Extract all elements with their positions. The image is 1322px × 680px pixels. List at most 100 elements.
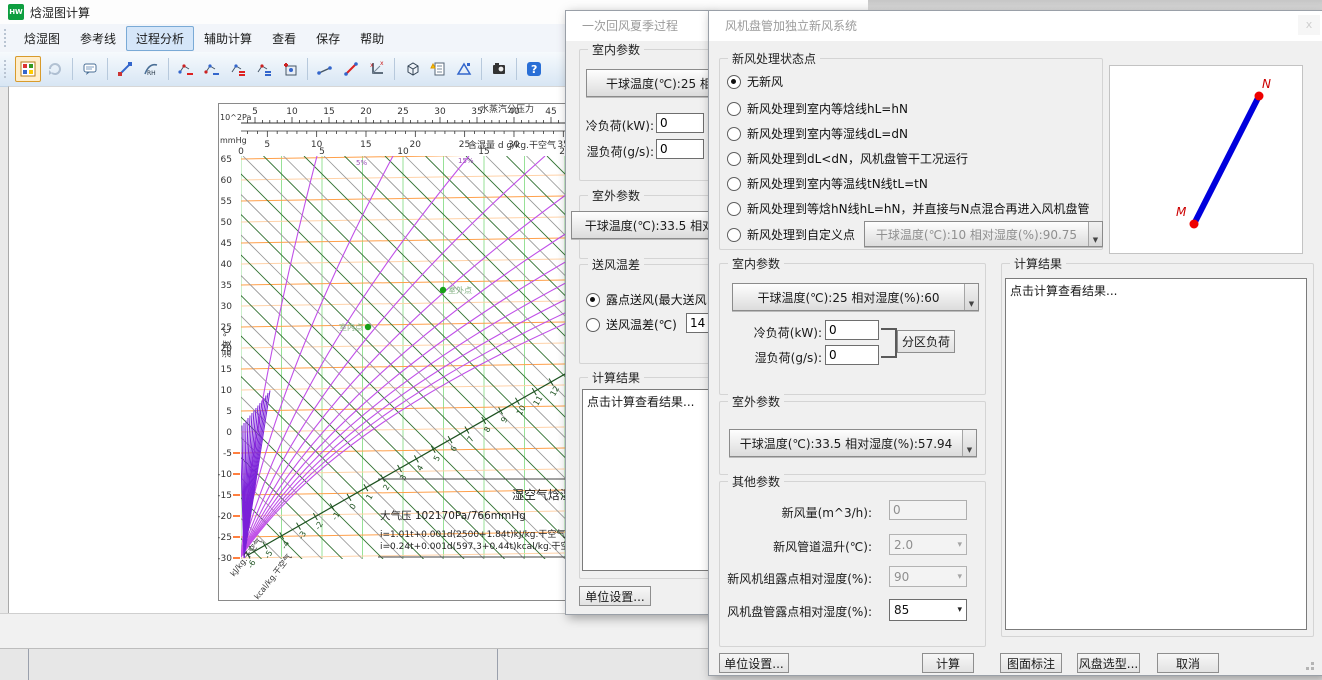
process-equal-blue-icon[interactable]	[252, 57, 276, 81]
dialog1-radio-supply-diff[interactable]: 送风温差(℃)	[586, 316, 677, 333]
dialog2-option-custom[interactable]: 新风处理到自定义点	[727, 226, 855, 243]
dialog2-zone-load-button[interactable]: 分区负荷	[897, 330, 955, 353]
dialog1-radio-supply-diff-label: 送风温差(℃)	[606, 316, 677, 333]
radio-icon	[727, 228, 741, 242]
fcu-dewpoint-select[interactable]: 85▾	[889, 599, 967, 621]
svg-text:x: x	[370, 62, 374, 69]
dialog2-custom-point-button[interactable]: 干球温度(℃):10 相对湿度(%):90.75 ▼	[864, 221, 1103, 247]
help-icon[interactable]: ?	[522, 57, 546, 81]
fcu-selection-button[interactable]: 风盘选型...	[1077, 653, 1140, 673]
add-state-point-icon[interactable]	[278, 57, 302, 81]
svg-text:5: 5	[319, 147, 325, 157]
custom-axes-icon[interactable]: xx	[365, 57, 389, 81]
duct-temp-rise-label: 新风管道温升(℃):	[773, 538, 872, 555]
fresh-air-volume-input[interactable]	[889, 500, 967, 520]
calculate-button[interactable]: 计算	[922, 653, 974, 673]
dialog1-moisture-load-input[interactable]	[656, 139, 704, 159]
delta-calc-icon[interactable]	[452, 57, 476, 81]
dialog2-option-enthalpy[interactable]: 新风处理到室内等焓线hL=hN	[727, 100, 908, 117]
dialog2-unit-settings-button[interactable]: 单位设置...	[719, 653, 789, 673]
svg-text:55: 55	[221, 197, 232, 207]
ahu-dewpoint-label: 新风机组露点相对湿度(%):	[727, 570, 872, 587]
process-equal-red-icon[interactable]	[226, 57, 250, 81]
cancel-button[interactable]: 取消	[1157, 653, 1219, 673]
radio-icon	[727, 152, 741, 166]
menu-psychrometric[interactable]: 焓湿图	[14, 26, 70, 51]
dialog1-radio-dewpoint[interactable]: 露点送风(最大送风	[586, 291, 707, 308]
dialog2-option-isotherm[interactable]: 新风处理到室内等温线tN线tL=tN	[727, 175, 928, 192]
refresh-icon[interactable]	[43, 57, 67, 81]
menu-help[interactable]: 帮助	[350, 26, 394, 51]
dialog2-indoor-state-button[interactable]: 干球温度(℃):25 相对湿度(%):60 ▼	[732, 283, 979, 311]
dialog2-option-label: 无新风	[747, 73, 783, 90]
snapshot-icon[interactable]	[487, 57, 511, 81]
svg-text:-25: -25	[218, 533, 232, 543]
svg-text:水蒸汽分压力: 水蒸汽分压力	[480, 103, 534, 115]
menu-view[interactable]: 查看	[262, 26, 306, 51]
menu-save[interactable]: 保存	[306, 26, 350, 51]
dialog1-supply-diff-input[interactable]	[686, 313, 710, 333]
close-icon[interactable]: x	[1298, 15, 1320, 35]
dialog2-cooling-load-input[interactable]	[825, 320, 879, 340]
menu-reference-lines[interactable]: 参考线	[70, 26, 126, 51]
dialog2-moisture-load-input[interactable]	[825, 345, 879, 365]
bottom-panel-divider	[28, 649, 29, 680]
svg-text:45: 45	[545, 107, 556, 117]
menu-aux-calc[interactable]: 辅助计算	[194, 26, 262, 51]
dialog2-option-humidity-ratio[interactable]: 新风处理到室内等湿线dL=dN	[727, 125, 908, 142]
dialog2-custom-point-caption: 干球温度(℃):10 相对湿度(%):90.75	[865, 222, 1088, 246]
mix-line-icon[interactable]	[313, 57, 337, 81]
svg-text:-20: -20	[218, 512, 232, 522]
svg-text:15: 15	[478, 147, 489, 157]
dialog1-cooling-load-input[interactable]	[656, 113, 704, 133]
dialog1-unit-settings-button[interactable]: 单位设置...	[579, 586, 651, 606]
menu-process-analysis[interactable]: 过程分析	[126, 26, 194, 51]
annotation-icon[interactable]	[78, 57, 102, 81]
report-list-icon[interactable]	[426, 57, 450, 81]
duct-temp-rise-select[interactable]: 2.0▾	[889, 534, 967, 555]
dialog2-outdoor-state-button[interactable]: 干球温度(℃):33.5 相对湿度(%):57.94 ▼	[729, 429, 977, 457]
dialog2-option-label: 新风处理到室内等湿线dL=dN	[747, 125, 908, 142]
svg-text:?: ?	[531, 63, 537, 76]
line-tool-icon[interactable]	[113, 57, 137, 81]
process-remove-red-icon[interactable]	[174, 57, 198, 81]
dialog2-option-dry-condition[interactable]: 新风处理到dL<dN，风机盘管干工况运行	[727, 150, 968, 167]
dialog2-option-label: 新风处理到等焓hN线hL=hN，并直接与N点混合再进入风机盘管	[747, 200, 1090, 217]
svg-text:10^2Pa: 10^2Pa	[220, 113, 251, 122]
menubar-grip	[4, 29, 10, 47]
dialog2-indoor-group-label: 室内参数	[728, 255, 784, 272]
chart-options-icon[interactable]	[15, 56, 41, 82]
svg-text:10: 10	[286, 107, 298, 117]
ahu-dewpoint-value: 90	[894, 570, 909, 584]
svg-text:0: 0	[238, 147, 244, 157]
svg-text:20: 20	[360, 107, 372, 117]
svg-text:i=0.24t+0.001d(597.3+0.44t)kca: i=0.24t+0.001d(597.3+0.44t)kcal/kg.干空气	[380, 540, 579, 552]
svg-text:i=1.01t+0.001d(2500+1.84t)kJ/k: i=1.01t+0.001d(2500+1.84t)kJ/kg.干空气	[380, 528, 565, 540]
svg-text:-5: -5	[223, 449, 232, 459]
resize-grip[interactable]	[1311, 667, 1314, 670]
dialog1-indoor-group-label: 室内参数	[588, 41, 644, 58]
dialog1-indoor-state-button[interactable]: 干球温度(℃):25 相对湿度(%):60	[586, 69, 710, 97]
chevron-down-icon: ▼	[1088, 222, 1102, 246]
dialog2-option-none[interactable]: 无新风	[727, 73, 783, 90]
view-3d-icon[interactable]	[400, 57, 424, 81]
dialog2-option-mix[interactable]: 新风处理到等焓hN线hL=hN，并直接与N点混合再进入风机盘管	[727, 200, 1090, 217]
svg-text:10: 10	[221, 386, 233, 396]
draw-process-line-icon[interactable]	[339, 57, 363, 81]
annotate-button[interactable]: 图面标注	[1000, 653, 1062, 673]
rh-curve-icon[interactable]: RH	[139, 57, 163, 81]
dialog2-option-label: 新风处理到室内等焓线hL=hN	[747, 100, 908, 117]
diagram-point-n-label: N	[1262, 77, 1271, 91]
dialog1-outdoor-state-button[interactable]: 干球温度(℃):33.5 相对湿度(%):57.94	[571, 211, 710, 239]
window-title: 焓湿图计算	[30, 4, 90, 21]
dialog-primary-return-air: 一次回风夏季过程 室内参数 干球温度(℃):25 相对湿度(%):60 冷负荷(…	[565, 10, 710, 615]
dialog2-result-box[interactable]: 点击计算查看结果...	[1005, 278, 1307, 630]
dialog1-result-box[interactable]: 点击计算查看结果...	[582, 389, 710, 571]
process-remove-blue-icon[interactable]	[200, 57, 224, 81]
process-diagram: N M	[1109, 65, 1303, 254]
dialog1-cooling-load-label: 冷负荷(kW):	[586, 117, 654, 134]
svg-text:15: 15	[323, 107, 334, 117]
ahu-dewpoint-select[interactable]: 90▾	[889, 566, 967, 587]
svg-text:10: 10	[397, 147, 409, 157]
zone-load-bracket	[881, 328, 897, 358]
